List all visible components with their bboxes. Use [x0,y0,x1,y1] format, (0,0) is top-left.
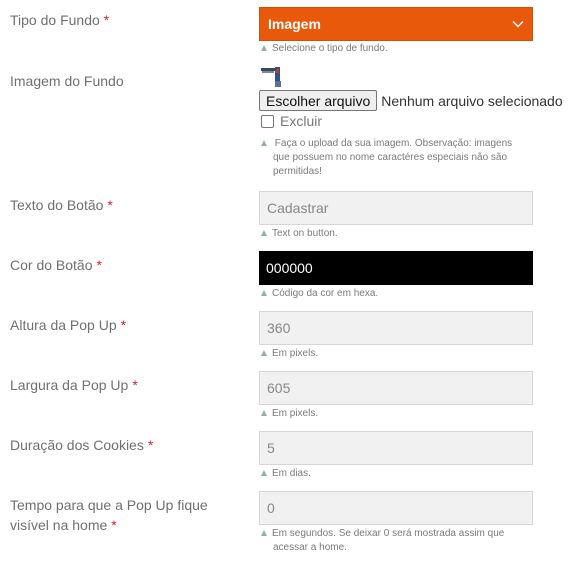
altura-label: Altura da Pop Up * [10,317,127,333]
delete-image-checkbox[interactable] [261,114,274,128]
tipo-fundo-select[interactable]: Imagem [259,7,533,41]
largura-value: 605 [267,380,291,396]
delete-image-label[interactable]: Excluir [280,113,322,129]
tempo-label: Tempo para que a Pop Up fique visível na… [10,497,208,533]
imagem-fundo-help: Faça o upload da sua imagem. Observação:… [261,137,529,179]
tempo-help: Em segundos. Se deixar 0 será mostrada a… [261,527,529,555]
duracao-label: Duração dos Cookies * [10,437,154,453]
info-triangle-icon [261,470,267,476]
altura-input[interactable]: 360 [259,311,533,345]
largura-input[interactable]: 605 [259,371,533,405]
chevron-down-icon [512,18,524,30]
file-status-text: Nenhum arquivo selecionado [381,92,563,109]
required-marker: * [132,377,138,393]
altura-help: Em pixels. [261,347,529,361]
duracao-value: 5 [267,440,275,456]
required-marker: * [120,317,127,333]
tipo-fundo-label: Tipo do Fundo * [10,12,110,28]
delete-image-row: Excluir [259,113,322,129]
tempo-input[interactable]: 0 [259,491,533,525]
duracao-input[interactable]: 5 [259,431,533,465]
required-marker: * [103,12,110,28]
info-triangle-icon [261,45,267,51]
info-triangle-icon [261,140,267,146]
imagem-fundo-label: Imagem do Fundo [10,73,124,89]
required-marker: * [96,257,102,273]
image-preview-thumbnail [261,67,283,89]
required-marker: * [147,437,154,453]
required-marker: * [107,197,113,213]
texto-botao-input[interactable]: Cadastrar [259,191,533,225]
duracao-help: Em dias. [261,467,529,481]
cor-botao-input[interactable]: 000000 [259,251,533,285]
altura-value: 360 [267,320,291,336]
largura-label: Largura da Pop Up * [10,377,138,393]
choose-file-button[interactable]: Escolher arquivo [259,90,378,111]
info-triangle-icon [261,230,267,236]
required-marker: * [111,517,117,533]
tempo-value: 0 [267,500,275,516]
info-triangle-icon [261,530,267,536]
info-triangle-icon [261,350,267,356]
tipo-fundo-help: Selecione o tipo de fundo. [261,42,529,56]
cor-botao-label: Cor do Botão * [10,257,102,273]
texto-botao-value: Cadastrar [267,200,329,216]
info-triangle-icon [261,410,267,416]
info-triangle-icon [261,290,267,296]
tipo-fundo-selected-value: Imagem [268,16,321,32]
cor-botao-help: Código da cor em hexa. [261,287,529,301]
texto-botao-help: Text on button. [261,227,529,241]
largura-help: Em pixels. [261,407,529,421]
texto-botao-label: Texto do Botão * [10,197,113,213]
cor-botao-value: 000000 [266,260,313,276]
file-upload: Escolher arquivo Nenhum arquivo selecion… [259,90,563,111]
